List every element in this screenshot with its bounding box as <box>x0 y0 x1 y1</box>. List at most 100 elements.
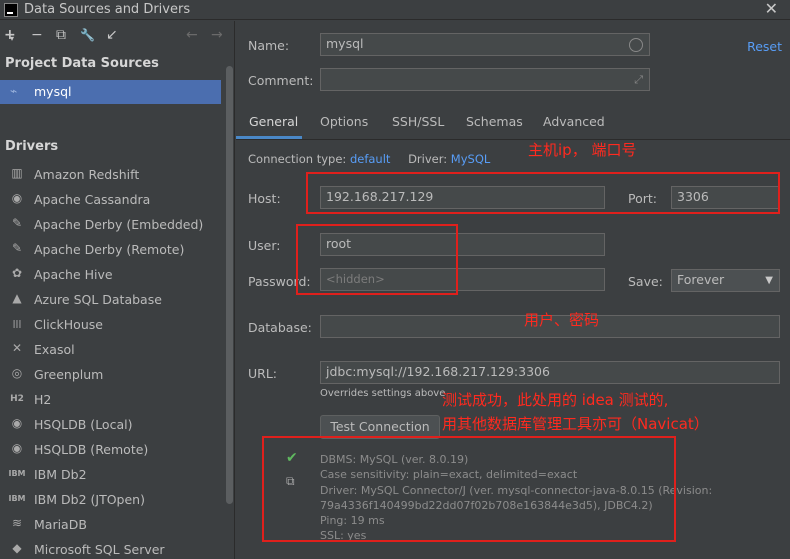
data-source-item-mysql[interactable]: ⌁ mysql <box>0 80 221 104</box>
name-value: mysql <box>326 36 364 51</box>
driver-logo-icon: ||| <box>12 319 22 328</box>
driver-logo-icon: ◉ <box>11 416 23 430</box>
annotation-test-line1: 测试成功，此处用的 idea 测试的, <box>442 391 669 409</box>
driver-logo-icon: ◉ <box>11 441 23 455</box>
driver-logo-icon: ◎ <box>11 366 23 380</box>
database-label: Database: <box>248 320 312 335</box>
tab-advanced[interactable]: Advanced <box>543 114 605 129</box>
driver-item[interactable]: ≋ MariaDB <box>0 512 224 537</box>
title-bar: Data Sources and Drivers ✕ <box>0 0 790 20</box>
remove-icon[interactable]: − <box>31 27 43 43</box>
tab-ssh-ssl[interactable]: SSH/SSL <box>392 114 444 129</box>
driver-label: ClickHouse <box>34 317 103 332</box>
driver-item[interactable]: ◆ Microsoft SQL Server <box>0 537 224 559</box>
duplicate-icon[interactable]: ⧉ <box>56 27 66 43</box>
driver-label: Azure SQL Database <box>34 292 162 307</box>
chevron-down-icon: ▼ <box>765 275 773 286</box>
settings-tabs: General Options SSH/SSL Schemas Advanced <box>236 112 790 140</box>
import-icon[interactable]: ↙ <box>106 27 118 43</box>
tab-options[interactable]: Options <box>320 114 368 129</box>
driver-item[interactable]: ✕ Exasol <box>0 337 224 362</box>
driver-logo-icon: IBM <box>8 469 26 478</box>
save-value: Forever <box>677 272 725 287</box>
add-dropdown-icon[interactable]: ▾ <box>10 31 14 47</box>
connection-type-link[interactable]: default <box>350 152 390 166</box>
driver-label: Microsoft SQL Server <box>34 542 165 557</box>
driver-logo-icon: ✎ <box>11 241 23 255</box>
comment-input[interactable]: ⤢ <box>320 68 650 91</box>
tab-schemas[interactable]: Schemas <box>466 114 523 129</box>
driver-label: Amazon Redshift <box>34 167 140 182</box>
user-label: User: <box>248 238 281 253</box>
intellij-app-icon <box>4 3 18 17</box>
name-input[interactable]: mysql <box>320 33 650 56</box>
driver-logo-icon: H2 <box>10 394 24 404</box>
annotation-user-password-text: 用户、密码 <box>524 311 600 329</box>
save-label: Save: <box>628 274 663 289</box>
url-input[interactable]: jdbc:mysql://192.168.217.129:3306 <box>320 361 780 384</box>
driver-logo-icon: ✿ <box>11 266 23 280</box>
left-toolbar: + ▾ − ⧉ 🔧 ↙ ← → <box>0 21 235 51</box>
mysql-dolphin-icon: ⌁ <box>10 84 18 98</box>
wrench-icon[interactable]: 🔧 <box>80 27 95 43</box>
right-panel: Name: mysql Reset Comment: ⤢ General Opt… <box>236 21 790 559</box>
driver-logo-icon: IBM <box>8 494 26 503</box>
driver-logo-icon: ◉ <box>11 191 23 205</box>
driver-link[interactable]: MySQL <box>451 152 491 166</box>
name-label: Name: <box>248 38 290 53</box>
annotation-box-user-password <box>296 224 458 295</box>
driver-item[interactable]: ✿ Apache Hive <box>0 262 224 287</box>
driver-logo-icon: ▥ <box>11 166 23 180</box>
window-title: Data Sources and Drivers <box>24 2 191 17</box>
driver-item[interactable]: IBM IBM Db2 (JTOpen) <box>0 487 224 512</box>
driver-item[interactable]: IBM IBM Db2 <box>0 462 224 487</box>
project-data-sources-title: Project Data Sources <box>5 56 159 71</box>
driver-item[interactable]: ▥ Amazon Redshift <box>0 162 224 187</box>
comment-label: Comment: <box>248 73 314 88</box>
driver-label: Apache Cassandra <box>34 192 151 207</box>
driver-item[interactable]: H2 H2 <box>0 387 224 412</box>
driver-label: IBM Db2 (JTOpen) <box>34 492 145 507</box>
drivers-list: ▥ Amazon Redshift ◉ Apache Cassandra ✎ Apache… <box>0 162 224 559</box>
driver-item[interactable]: ◎ Greenplum <box>0 362 224 387</box>
url-overrides-note: Overrides settings above <box>320 388 446 399</box>
driver-item[interactable]: ||| ClickHouse <box>0 312 224 337</box>
annotation-box-test-result <box>262 436 676 542</box>
driver-label: Exasol <box>34 342 75 357</box>
forward-arrow-icon[interactable]: → <box>211 27 223 43</box>
annotation-box-host-port <box>306 172 780 214</box>
driver-logo-icon: ▲ <box>12 291 22 305</box>
tab-general[interactable]: General <box>249 114 298 129</box>
driver-item[interactable]: ◉ HSQLDB (Remote) <box>0 437 224 462</box>
driver-logo-icon: ◆ <box>12 541 22 555</box>
driver-item[interactable]: ✎ Apache Derby (Embedded) <box>0 212 224 237</box>
data-source-label: mysql <box>34 84 72 99</box>
driver-label: Apache Derby (Remote) <box>34 242 185 257</box>
left-scrollbar[interactable] <box>226 66 233 504</box>
save-select[interactable]: Forever ▼ <box>671 269 780 292</box>
driver-label: Apache Derby (Embedded) <box>34 217 204 232</box>
tabs-divider <box>236 139 790 140</box>
host-label: Host: <box>248 191 281 206</box>
close-icon[interactable]: ✕ <box>765 0 778 18</box>
driver-label: HSQLDB (Remote) <box>34 442 149 457</box>
driver-label: Greenplum <box>34 367 104 382</box>
connection-type-label: Connection type: <box>248 152 347 166</box>
connection-info: Connection type: default Driver: MySQL <box>248 152 490 166</box>
back-arrow-icon[interactable]: ← <box>186 27 198 43</box>
driver-logo-icon: ✕ <box>11 341 23 355</box>
driver-logo-icon: ≋ <box>11 516 23 530</box>
annotation-test-line2: 用其他数据库管理工具亦可（Navicat） <box>442 415 709 433</box>
expand-icon[interactable]: ⤢ <box>634 70 643 90</box>
driver-item[interactable]: ◉ HSQLDB (Local) <box>0 412 224 437</box>
reset-link[interactable]: Reset <box>747 39 782 54</box>
driver-label: HSQLDB (Local) <box>34 417 133 432</box>
drivers-title: Drivers <box>5 139 59 154</box>
driver-item[interactable]: ▲ Azure SQL Database <box>0 287 224 312</box>
annotation-host-port-text: 主机ip， 端口号 <box>528 141 637 159</box>
color-circle-icon[interactable] <box>629 38 643 52</box>
driver-item[interactable]: ◉ Apache Cassandra <box>0 187 224 212</box>
driver-label: IBM Db2 <box>34 467 87 482</box>
left-panel: + ▾ − ⧉ 🔧 ↙ ← → Project Data Sources ⌁ m… <box>0 21 235 559</box>
driver-item[interactable]: ✎ Apache Derby (Remote) <box>0 237 224 262</box>
